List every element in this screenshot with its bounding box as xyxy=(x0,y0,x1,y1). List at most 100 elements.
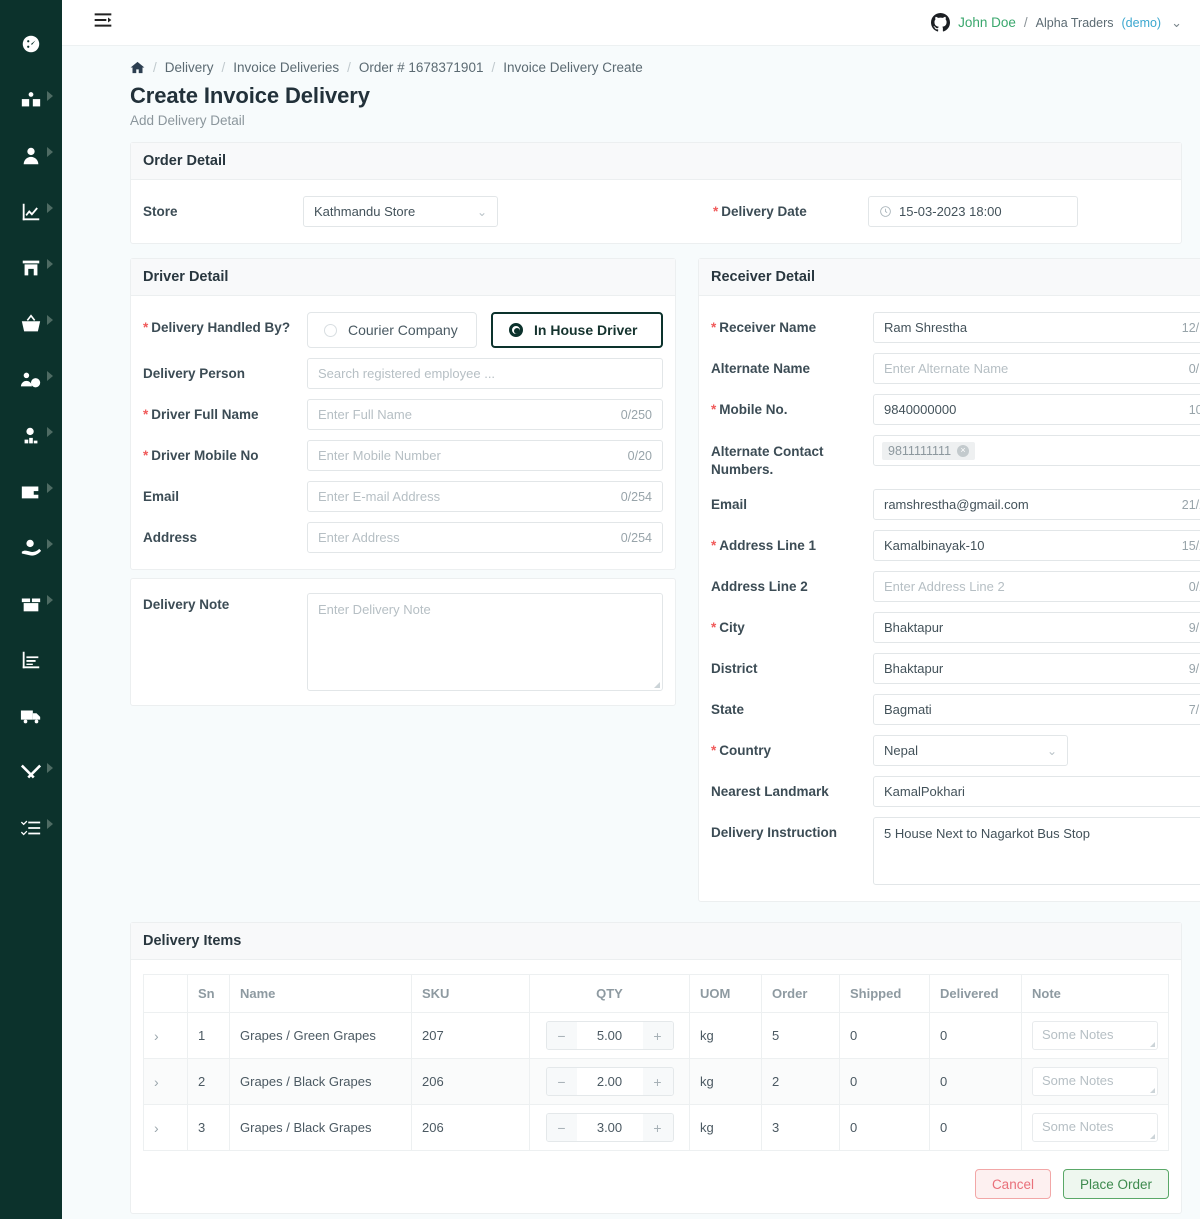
chevron-down-icon[interactable]: ⌄ xyxy=(1171,15,1182,31)
sidebar-item-suppliers[interactable] xyxy=(0,410,62,466)
country-row: * Country Nepal ⌄ xyxy=(711,735,1200,767)
row-expand-cell[interactable]: › xyxy=(143,1012,188,1060)
clock-icon xyxy=(879,205,892,218)
row-uom: kg xyxy=(689,1012,762,1060)
row-expand-cell[interactable]: › xyxy=(143,1104,188,1152)
delivery-instruction-textarea[interactable]: 5 House Next to Nagarkot Bus Stop xyxy=(873,817,1200,886)
store-value: Kathmandu Store xyxy=(314,204,416,219)
qty-increment-button[interactable]: + xyxy=(642,1022,673,1050)
sidebar xyxy=(0,0,62,1219)
chevron-right-icon xyxy=(47,203,53,213)
alternate-name-input[interactable]: Enter Alternate Name 0/150 xyxy=(873,353,1200,384)
driver-full-name-input[interactable]: Enter Full Name 0/250 xyxy=(307,399,663,430)
chevron-right-icon[interactable]: › xyxy=(154,1074,159,1090)
sidebar-item-inventory[interactable] xyxy=(0,578,62,634)
sidebar-item-team[interactable] xyxy=(0,354,62,410)
country-select[interactable]: Nepal ⌄ xyxy=(873,735,1068,767)
state-input[interactable]: Bagmati 7/120 xyxy=(873,694,1200,726)
receiver-email-row: Email ramshrestha@gmail.com 21/254 xyxy=(711,489,1200,521)
place-order-button[interactable]: Place Order xyxy=(1062,1169,1169,1200)
sidebar-item-tasks[interactable] xyxy=(0,802,62,858)
receiver-mobile-input[interactable]: 9840000000 10/20 xyxy=(873,394,1200,425)
sidebar-item-catalog[interactable] xyxy=(0,74,62,130)
form-actions: Cancel Place Order xyxy=(143,1169,1169,1200)
table-row: › 1 Grapes / Green Grapes 207 − 5.00 + k… xyxy=(143,1012,1169,1060)
driver-email-counter: 0/254 xyxy=(620,489,652,504)
breadcrumb-item-delivery[interactable]: Delivery xyxy=(165,60,214,75)
sidebar-item-reports[interactable] xyxy=(0,186,62,242)
qty-stepper[interactable]: − 5.00 + xyxy=(545,1021,674,1051)
address-line-1-input[interactable]: Kamalbinayak-10 15/255 xyxy=(873,530,1200,562)
row-note-textarea[interactable]: Some Notes xyxy=(1032,1067,1158,1097)
radio-courier-label: Courier Company xyxy=(348,322,458,338)
cancel-button[interactable]: Cancel xyxy=(974,1169,1051,1200)
sidebar-item-dashboard[interactable] xyxy=(0,18,62,74)
sidebar-item-sales[interactable] xyxy=(0,298,62,354)
receiver-detail-body: *Receiver Name Ram Shrestha 12/150 Alter… xyxy=(699,296,1200,901)
city-input[interactable]: Bhaktapur 9/120 xyxy=(873,612,1200,644)
delivery-note-textarea[interactable]: Enter Delivery Note xyxy=(307,593,663,691)
delivery-instruction-value: 5 House Next to Nagarkot Bus Stop xyxy=(884,826,1090,842)
delivery-person-input[interactable]: Search registered employee ... xyxy=(307,358,663,389)
address-line-2-counter: 0/255 xyxy=(1188,579,1200,594)
radio-courier-company[interactable]: Courier Company xyxy=(307,312,477,348)
sidebar-item-wallet[interactable] xyxy=(0,466,62,522)
row-expand-cell[interactable]: › xyxy=(143,1058,188,1106)
home-icon[interactable] xyxy=(130,60,145,75)
breadcrumb-item-order[interactable]: Order # 1678371901 xyxy=(359,60,484,75)
menu-collapse-icon xyxy=(93,10,113,35)
driver-email-input[interactable]: Enter E-mail Address 0/254 xyxy=(307,481,663,512)
remove-tag-icon[interactable]: × xyxy=(957,444,970,457)
qty-value[interactable]: 2.00 xyxy=(576,1068,643,1096)
page-content: / Delivery / Invoice Deliveries / Order … xyxy=(62,46,1200,1215)
user-menu[interactable]: John Doe / Alpha Traders (demo) ⌄ xyxy=(931,13,1182,32)
row-note-textarea[interactable]: Some Notes xyxy=(1032,1021,1158,1051)
sidebar-collapse-button[interactable] xyxy=(90,10,116,36)
qty-increment-button[interactable]: + xyxy=(642,1068,673,1096)
sidebar-item-analytics[interactable] xyxy=(0,634,62,690)
state-value: Bagmati xyxy=(884,702,932,718)
qty-increment-button[interactable]: + xyxy=(642,1114,673,1142)
chevron-right-icon xyxy=(47,483,53,493)
delivery-note-body: Delivery Note Enter Delivery Note xyxy=(131,579,675,705)
row-sn: 1 xyxy=(187,1012,230,1060)
sidebar-item-payments[interactable] xyxy=(0,522,62,578)
radio-in-house-driver[interactable]: In House Driver xyxy=(491,312,663,348)
driver-address-input[interactable]: Enter Address 0/254 xyxy=(307,522,663,553)
district-input[interactable]: Bhaktapur 9/120 xyxy=(873,653,1200,685)
qty-decrement-button[interactable]: − xyxy=(546,1022,577,1050)
driver-email-row: Email Enter E-mail Address 0/254 xyxy=(143,481,663,512)
receiver-email-input[interactable]: ramshrestha@gmail.com 21/254 xyxy=(873,489,1200,521)
landmark-input[interactable]: KamalPokhari xyxy=(873,776,1200,808)
alternate-contact-select[interactable]: 9811111111 × ⌄ xyxy=(873,435,1200,466)
qty-decrement-button[interactable]: − xyxy=(546,1068,577,1096)
breadcrumb-item-invoice-deliveries[interactable]: Invoice Deliveries xyxy=(233,60,339,75)
row-sn: 3 xyxy=(187,1104,230,1152)
district-label: District xyxy=(711,661,758,677)
row-note-textarea[interactable]: Some Notes xyxy=(1032,1113,1158,1143)
chevron-right-icon[interactable]: › xyxy=(154,1120,159,1136)
store-select[interactable]: Kathmandu Store ⌄ xyxy=(303,196,498,227)
receiver-email-counter: 21/254 xyxy=(1181,497,1200,512)
address-line-2-input[interactable]: Enter Address Line 2 0/255 xyxy=(873,571,1200,603)
required-asterisk: * xyxy=(711,620,717,636)
qty-stepper[interactable]: − 2.00 + xyxy=(545,1067,674,1097)
chevron-right-icon[interactable]: › xyxy=(154,1028,159,1044)
qty-value[interactable]: 5.00 xyxy=(576,1022,643,1050)
sidebar-item-customers[interactable] xyxy=(0,130,62,186)
qty-value[interactable]: 3.00 xyxy=(576,1114,643,1142)
sidebar-item-tools[interactable] xyxy=(0,746,62,802)
qty-stepper[interactable]: − 3.00 + xyxy=(545,1113,674,1143)
sidebar-item-store[interactable] xyxy=(0,242,62,298)
sidebar-item-delivery[interactable] xyxy=(0,690,62,746)
driver-column: Driver Detail * Delivery Handled By? Cour… xyxy=(130,258,676,706)
qty-decrement-button[interactable]: − xyxy=(546,1114,577,1142)
receiver-name-input[interactable]: Ram Shrestha 12/150 xyxy=(873,312,1200,343)
truck-icon xyxy=(20,705,42,732)
row-order: 3 xyxy=(761,1104,840,1152)
column-uom: UOM xyxy=(689,974,762,1014)
driver-mobile-input[interactable]: Enter Mobile Number 0/20 xyxy=(307,440,663,471)
delivery-note-card: Delivery Note Enter Delivery Note xyxy=(130,578,676,706)
delivery-date-input[interactable]: 15-03-2023 18:00 xyxy=(868,196,1078,227)
page-subtitle: Add Delivery Detail xyxy=(130,113,245,128)
